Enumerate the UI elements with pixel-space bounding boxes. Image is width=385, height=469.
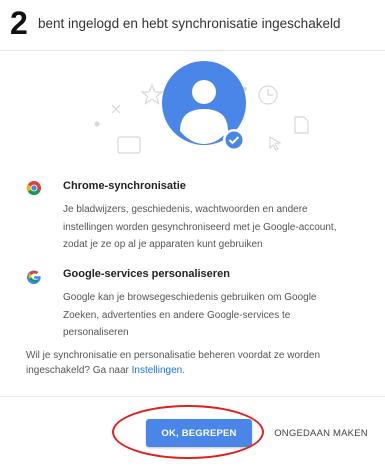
chrome-sync-section: Chrome-synchronisatie Je bladwijzers, ge…: [26, 180, 366, 255]
google-personalise-section: Google-services personaliseren Google ka…: [26, 268, 366, 343]
footer-divider: [0, 396, 385, 397]
undo-button[interactable]: ONGEDAAN MAKEN: [268, 419, 374, 447]
description-line: zodat je ze op al je apparaten kunt gebr…: [63, 239, 263, 250]
description-line: personaliseren: [63, 327, 129, 338]
cursor-outline-icon: [269, 135, 282, 151]
star-outline-icon: [140, 83, 164, 105]
section-description: Google kan je browsegeschiedenis gebruik…: [63, 289, 363, 342]
description-line: Je bladwijzers, geschiedenis, wachtwoord…: [63, 204, 308, 215]
description-line: Zoeken, advertenties en andere Google-se…: [63, 309, 291, 321]
dialog-title: bent ingelogd en hebt synchronisatie ing…: [38, 16, 341, 31]
chrome-icon: [27, 181, 41, 195]
section-title: Chrome-synchronisatie: [63, 180, 186, 192]
check-badge-icon: [223, 129, 245, 151]
note-text: .: [182, 365, 185, 376]
google-g-icon: [27, 270, 41, 284]
document-outline-icon: [294, 116, 309, 134]
sync-settings-note: Wil je synchronisatie en personalisatie …: [26, 348, 371, 378]
note-line: ingeschakeld? Ga naar Instellingen.: [26, 363, 371, 378]
sync-illustration: [94, 61, 309, 154]
note-line: Wil je synchronisatie en personalisatie …: [26, 350, 321, 361]
description-line: instellingen worden gesynchroniseerd met…: [63, 221, 337, 233]
description-line: Google kan je browsegeschiedenis gebruik…: [63, 292, 317, 303]
header-divider: [0, 50, 385, 51]
section-description: Je bladwijzers, geschiedenis, wachtwoord…: [63, 201, 363, 254]
card-outline-icon: [117, 136, 141, 154]
settings-link[interactable]: Instellingen: [132, 365, 183, 376]
highlight-circle-annotation: [112, 405, 264, 459]
section-title: Google-services personaliseren: [63, 268, 230, 280]
note-text: ingeschakeld? Ga naar: [26, 365, 132, 376]
step-number-annotation: 2: [10, 5, 28, 41]
